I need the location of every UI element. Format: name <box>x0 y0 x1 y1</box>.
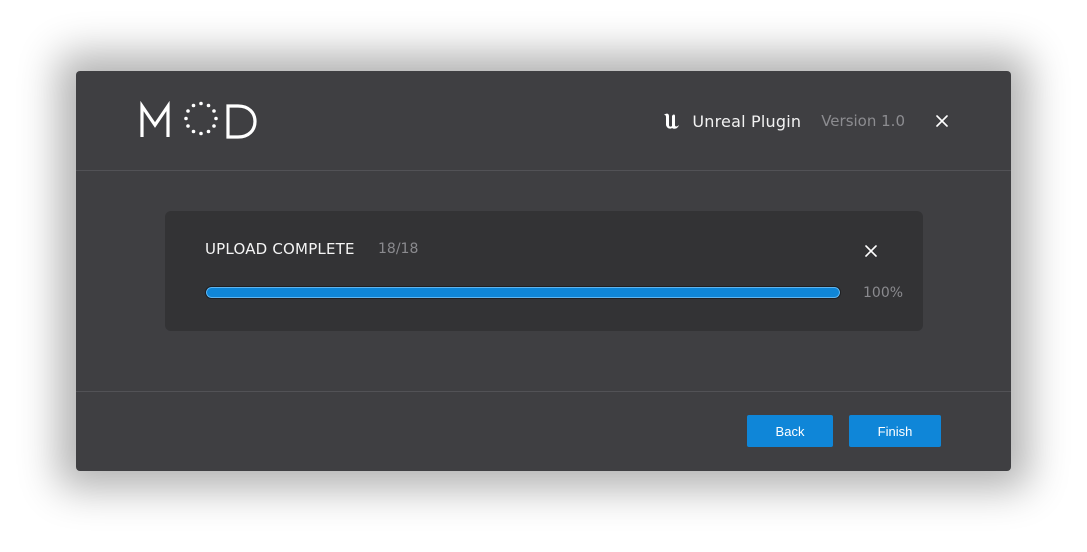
dialog-footer: Back Finish <box>76 391 1011 471</box>
version-label: Version 1.0 <box>821 112 905 130</box>
plugin-name: Unreal Plugin <box>692 111 802 131</box>
dialog-header: Unreal Plugin Version 1.0 <box>76 71 1011 171</box>
back-button[interactable]: Back <box>747 415 833 447</box>
upload-count: 18/18 <box>378 241 419 257</box>
unreal-engine-icon <box>660 110 682 132</box>
upload-progress-bar <box>205 286 841 299</box>
close-icon <box>936 115 948 127</box>
close-icon <box>865 245 877 257</box>
upload-status-panel: UPLOAD COMPLETE 18/18 100% <box>165 211 923 331</box>
upload-percent: 100% <box>863 285 904 301</box>
finish-button[interactable]: Finish <box>849 415 941 447</box>
upload-status-title: UPLOAD COMPLETE <box>205 240 355 258</box>
plugin-info: Unreal Plugin Version 1.0 <box>660 108 949 134</box>
upload-dialog: Unreal Plugin Version 1.0 UPLOAD COMPLET… <box>76 71 1011 471</box>
dialog-close-button[interactable] <box>935 114 949 128</box>
mod-logo <box>140 101 257 139</box>
panel-close-button[interactable] <box>865 242 879 257</box>
upload-progress-fill <box>206 287 840 298</box>
